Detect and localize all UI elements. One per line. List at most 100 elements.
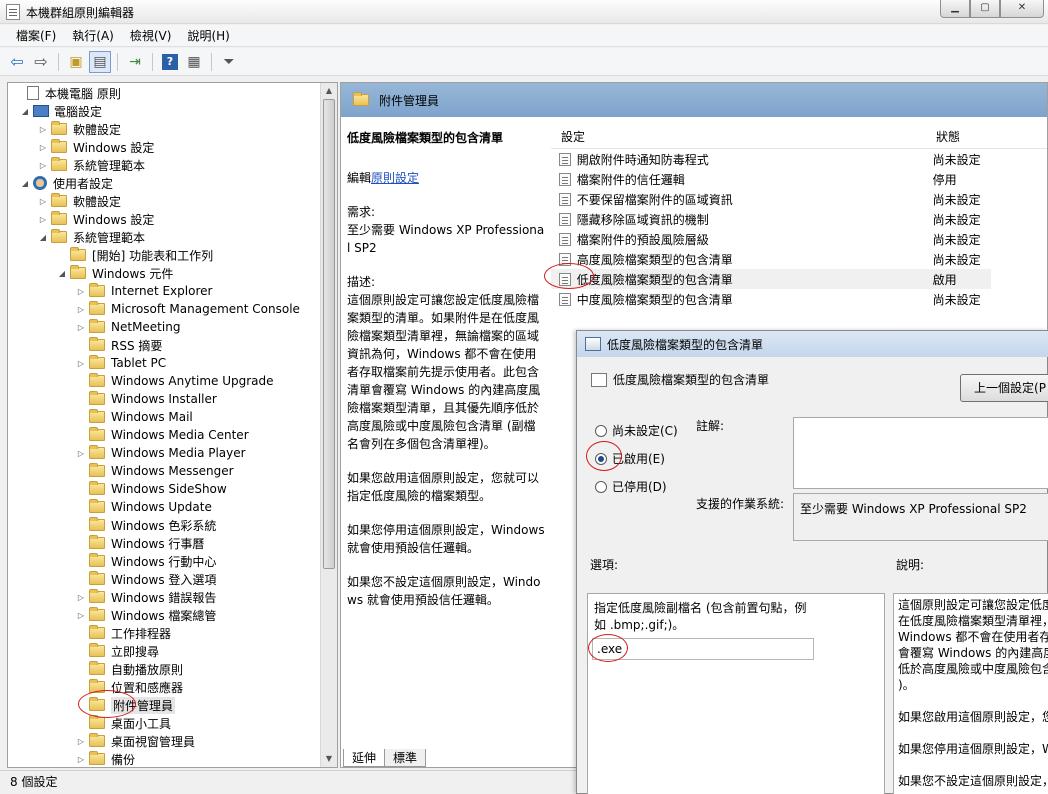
radio-enabled[interactable]: 已啟用(E): [595, 450, 665, 467]
tree-item[interactable]: ▷ Tablet PC: [76, 354, 166, 372]
help-label: 說明:: [896, 558, 925, 572]
properties-button[interactable]: ▦: [183, 51, 205, 73]
close-button[interactable]: ✕: [1000, 0, 1044, 18]
policy-setting-row[interactable]: 檔案附件的信任邏輯 停用: [551, 169, 991, 189]
menu-action[interactable]: 執行(A): [64, 27, 122, 44]
column-header-state[interactable]: 狀態: [936, 128, 986, 145]
tree-item[interactable]: ▷ 系統管理範本: [38, 156, 145, 174]
comment-textarea[interactable]: [793, 417, 1048, 489]
expand-arrow-icon[interactable]: ▷: [76, 755, 86, 764]
menu-help[interactable]: 說明(H): [179, 27, 237, 44]
tree-item[interactable]: ▷ 軟體設定: [38, 120, 121, 138]
tree-item[interactable]: Windows 登入選項: [76, 570, 216, 588]
filter-button[interactable]: ⏷: [218, 51, 240, 73]
scroll-down-icon[interactable]: ▼: [321, 751, 337, 767]
tree-item[interactable]: 立即搜尋: [76, 642, 159, 660]
tree-item[interactable]: [開始] 功能表和工作列: [57, 246, 213, 264]
low-risk-extensions-input[interactable]: .exe: [592, 638, 814, 660]
policy-setting-row[interactable]: 隱藏移除區域資訊的機制 尚未設定: [551, 209, 991, 229]
expand-arrow-icon[interactable]: ▷: [38, 161, 48, 170]
column-header-setting[interactable]: 設定: [551, 128, 936, 145]
tree-item[interactable]: ▷ Windows 錯誤報告: [76, 588, 216, 606]
user-icon: [33, 176, 47, 190]
tree-item[interactable]: ▷ NetMeeting: [76, 318, 180, 336]
expand-arrow-icon[interactable]: ▷: [76, 359, 86, 368]
collapse-arrow-icon[interactable]: ◢: [20, 107, 30, 116]
scroll-up-icon[interactable]: ▲: [321, 83, 337, 99]
tree-item[interactable]: 附件管理員: [76, 696, 176, 714]
tree-item[interactable]: ◢ 電腦設定: [20, 102, 102, 120]
radio-circle[interactable]: [595, 480, 607, 493]
menu-file[interactable]: 檔案(F): [8, 27, 64, 44]
tab-extended[interactable]: 延伸: [343, 749, 386, 767]
tree-item[interactable]: 本機電腦 原則: [14, 84, 121, 102]
radio-not-configured[interactable]: 尚未設定(C): [595, 422, 678, 439]
status-bar: 8 個設定: [0, 770, 576, 794]
tree-item[interactable]: ▷ 軟體設定: [38, 192, 121, 210]
tree-item[interactable]: 桌面小工具: [76, 714, 171, 732]
back-button[interactable]: ⇦: [6, 51, 28, 73]
tree-item[interactable]: 自動播放原則: [76, 660, 183, 678]
collapse-arrow-icon[interactable]: ◢: [57, 269, 67, 278]
tree-item[interactable]: Windows Anytime Upgrade: [76, 372, 274, 390]
minimize-button[interactable]: ▁: [940, 0, 970, 18]
radio-circle[interactable]: [595, 424, 607, 437]
forward-button[interactable]: ⇨: [30, 51, 52, 73]
tree-item[interactable]: 位置和感應器: [76, 678, 183, 696]
expand-arrow-icon[interactable]: ▷: [38, 215, 48, 224]
up-level-button[interactable]: ▣: [65, 51, 87, 73]
policy-setting-row[interactable]: 檔案附件的預設風險層級 尚未設定: [551, 229, 991, 249]
tree-item[interactable]: ▷ Windows 設定: [38, 210, 154, 228]
menu-view[interactable]: 檢視(V): [122, 27, 180, 44]
expand-arrow-icon[interactable]: ▷: [76, 593, 86, 602]
expand-arrow-icon[interactable]: ▷: [38, 125, 48, 134]
tree-scrollbar[interactable]: ▲ ▼: [320, 83, 337, 767]
tree-item[interactable]: Windows 色彩系統: [76, 516, 216, 534]
expand-arrow-icon[interactable]: ▷: [38, 197, 48, 206]
previous-setting-button[interactable]: 上一個設定(P: [960, 374, 1048, 402]
tree-item[interactable]: Windows 行動中心: [76, 552, 216, 570]
expand-arrow-icon[interactable]: ▷: [76, 287, 86, 296]
policy-setting-row[interactable]: 高度風險檔案類型的包含清單 尚未設定: [551, 249, 991, 269]
policy-setting-row[interactable]: 開啟附件時通知防毒程式 尚未設定: [551, 149, 991, 169]
collapse-arrow-icon[interactable]: ◢: [38, 233, 48, 242]
tab-standard[interactable]: 標準: [384, 749, 427, 767]
show-tree-button[interactable]: ▤: [89, 50, 111, 73]
tree-item[interactable]: ◢ 使用者設定: [20, 174, 113, 192]
expand-arrow-icon[interactable]: ▷: [76, 449, 86, 458]
expand-arrow-icon[interactable]: ▷: [76, 611, 86, 620]
tree-item[interactable]: RSS 摘要: [76, 336, 162, 354]
expand-arrow-icon[interactable]: ▷: [76, 737, 86, 746]
tree-item[interactable]: Windows 行事曆: [76, 534, 204, 552]
tree-item[interactable]: ▷ Microsoft Management Console: [76, 300, 300, 318]
maximize-button[interactable]: ▢: [970, 0, 1000, 18]
policy-setting-row[interactable]: 低度風險檔案類型的包含清單 啟用: [551, 269, 991, 289]
scroll-thumb[interactable]: [323, 99, 335, 569]
edit-policy-link[interactable]: 原則設定: [371, 171, 419, 185]
tree-item[interactable]: ▷ 桌面視窗管理員: [76, 732, 195, 750]
tree-item[interactable]: 工作排程器: [76, 624, 171, 642]
tree-item[interactable]: ▷ Windows Media Player: [76, 444, 246, 462]
radio-disabled[interactable]: 已停用(D): [595, 478, 667, 495]
tree-item[interactable]: Windows SideShow: [76, 480, 227, 498]
tree-item[interactable]: Windows Mail: [76, 408, 193, 426]
expand-arrow-icon[interactable]: ▷: [76, 305, 86, 314]
tree-item[interactable]: ▷ 備份: [76, 750, 135, 767]
tree-item[interactable]: Windows Media Center: [76, 426, 249, 444]
radio-circle-selected[interactable]: [595, 452, 607, 465]
expand-arrow-icon[interactable]: ▷: [38, 143, 48, 152]
tree-item[interactable]: ▷ Windows 檔案總管: [76, 606, 216, 624]
collapse-arrow-icon[interactable]: ◢: [20, 179, 30, 188]
tree-item[interactable]: Windows Update: [76, 498, 212, 516]
expand-arrow-icon[interactable]: ▷: [76, 323, 86, 332]
tree-item[interactable]: ▷ Internet Explorer: [76, 282, 212, 300]
policy-setting-row[interactable]: 不要保留檔案附件的區域資訊 尚未設定: [551, 189, 991, 209]
export-list-button[interactable]: ⇥: [124, 51, 146, 73]
tree-item[interactable]: ◢ 系統管理範本: [38, 228, 145, 246]
help-button[interactable]: ?: [159, 51, 181, 73]
tree-item[interactable]: Windows Installer: [76, 390, 217, 408]
tree-item[interactable]: Windows Messenger: [76, 462, 234, 480]
policy-setting-row[interactable]: 中度風險檔案類型的包含清單 尚未設定: [551, 289, 991, 309]
tree-item[interactable]: ▷ Windows 設定: [38, 138, 154, 156]
tree-item[interactable]: ◢ Windows 元件: [57, 264, 173, 282]
